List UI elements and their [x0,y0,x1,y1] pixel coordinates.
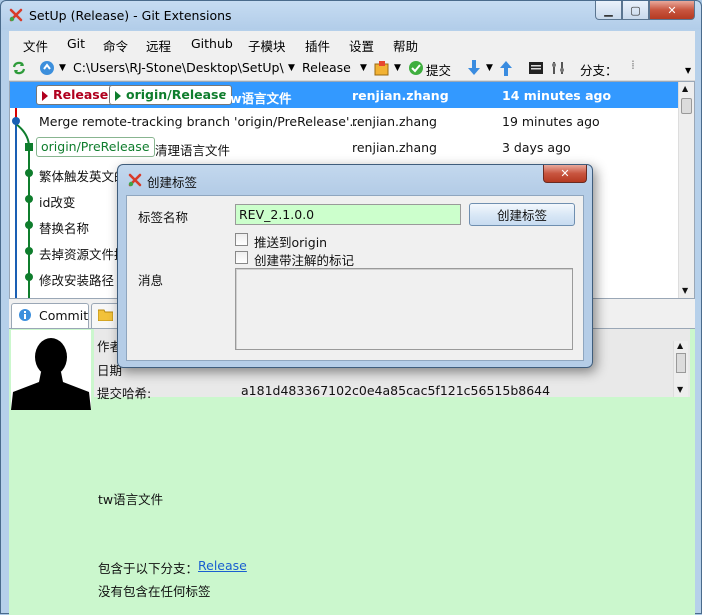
commit-hash[interactable]: a181d483367102c0e4a85cac5f121c56515b8644 [241,383,550,398]
avatar [11,330,91,410]
commit-check-icon [409,61,423,75]
scroll-up-icon[interactable]: ▲ [677,341,683,350]
commit-author: renjian.zhang [352,114,437,129]
branch-arrow-icon [115,91,121,101]
contained-branches-label: 包含于以下分支： [98,561,199,576]
chevron-down-icon[interactable]: ▼ [394,63,401,73]
menu-settings[interactable]: 设置 [349,36,374,55]
create-tag-button[interactable]: 创建标签 [469,203,575,226]
tag-name-input[interactable]: REV_2.1.0.0 [235,204,461,225]
title-bar[interactable]: SetUp (Release) - Git Extensions ▁ ▢ ✕ [1,1,701,31]
revision-row[interactable]: origin/PreRelease 清理语言文件 renjian.zhang 3… [10,134,680,160]
menu-commands[interactable]: 命令 [103,36,128,55]
commit-info-panel: 作者 日期 提交哈希: a181d483367102c0e4a85cac5f12… [9,328,695,615]
push-arrow-icon[interactable] [499,59,513,77]
folder-icon [98,309,113,321]
chevron-down-icon[interactable]: ▼ [59,63,66,73]
minimize-button[interactable]: ▁ [595,1,622,20]
commit-message: Merge remote-tracking branch 'origin/Pre… [39,114,362,129]
branch-badge[interactable]: Release [36,85,114,105]
repo-path[interactable]: C:\Users\RJ-Stone\Desktop\SetUp\ [73,60,284,75]
tag-name-label: 标签名称 [138,210,189,225]
header-scrollbar[interactable]: ▲ ▼ [673,341,688,397]
scroll-down-icon[interactable]: ▼ [677,385,683,394]
toolbar: ▼ C:\Users\RJ-Stone\Desktop\SetUp\ ▼ Rel… [9,55,695,81]
remote-branch-badge[interactable]: origin/Release [109,85,232,105]
pull-arrow-icon[interactable] [467,59,481,77]
dialog-title: 创建标签 [147,175,198,190]
remote-branch-badge[interactable]: origin/PreRelease [36,137,155,157]
toolbar-overflow-icon[interactable]: ▼ [685,66,691,75]
chevron-down-icon[interactable]: ▼ [288,63,295,73]
close-button[interactable]: ✕ [649,1,695,20]
commit-author: renjian.zhang [352,88,449,103]
branch-filter-label: 分支： [580,63,618,78]
commit-message: 繁体触发英文的 [39,169,127,184]
commit-date: 19 minutes ago [502,114,600,129]
dialog-close-button[interactable]: ✕ [543,165,587,183]
commit-message: id改变 [39,195,76,210]
scrollbar-thumb[interactable] [681,98,692,114]
menu-git[interactable]: Git [67,36,85,51]
window-title: SetUp (Release) - Git Extensions [29,8,232,23]
console-icon[interactable] [528,60,544,76]
annotated-tag-checkbox[interactable] [235,251,248,264]
git-extensions-logo-icon [128,173,142,187]
menu-remotes[interactable]: 远程 [146,36,171,55]
revision-row[interactable]: Release origin/Release tw语言文件 renjian.zh… [10,82,680,108]
git-extensions-logo-icon [9,8,23,22]
commit-message: tw语言文件 [224,91,292,106]
menu-file[interactable]: 文件 [23,36,48,55]
push-to-origin-label: 推送到origin [254,235,328,250]
commit-message: 去掉资源文件拷 [39,247,127,262]
menu-github[interactable]: Github [191,36,233,51]
push-to-origin-checkbox[interactable] [235,233,248,246]
scroll-up-icon[interactable]: ▲ [682,84,688,93]
scroll-down-icon[interactable]: ▼ [682,286,688,295]
grid-scrollbar[interactable]: ▲ ▼ [678,82,694,298]
settings-tools-icon[interactable] [550,60,566,76]
info-icon [19,309,31,321]
scrollbar-thumb[interactable] [676,353,686,373]
chevron-down-icon[interactable]: ▼ [486,63,493,73]
branch-link[interactable]: Release [198,558,247,573]
open-repo-icon[interactable] [39,60,55,76]
commit-date: 14 minutes ago [502,88,612,103]
commit-message: 清理语言文件 [155,143,231,158]
menu-plugins[interactable]: 插件 [305,36,330,55]
tab-commit[interactable]: Commit [11,303,89,328]
branch-selector[interactable]: Release [302,60,351,75]
stash-icon[interactable] [373,59,391,77]
commit-author: renjian.zhang [352,140,437,155]
dialog-body: 标签名称 REV_2.1.0.0 创建标签 推送到origin 创建带注解的标记… [126,195,584,361]
no-tags-text: 没有包含在任何标签 [98,584,211,599]
commit-body-message: tw语言文件 [98,492,164,507]
hash-label: 提交哈希: [97,386,152,401]
chevron-down-icon[interactable]: ▼ [360,63,367,73]
menu-bar: 文件 Git 命令 远程 Github 子模块 插件 设置 帮助 [9,31,695,55]
menu-help[interactable]: 帮助 [393,36,418,55]
revision-row[interactable]: Merge remote-tracking branch 'origin/Pre… [10,108,680,134]
commit-message: 替换名称 [39,221,90,236]
message-label: 消息 [138,273,164,288]
toolbar-separator: ⁞ [631,57,635,72]
refresh-icon[interactable] [11,60,27,76]
commit-button[interactable]: 提交 [426,60,451,79]
commit-date: 3 days ago [502,140,571,155]
commit-message: 修改安装路径 [39,273,115,288]
annotated-tag-label: 创建带注解的标记 [254,253,355,268]
create-tag-dialog: 创建标签 ✕ 标签名称 REV_2.1.0.0 创建标签 推送到origin 创… [117,164,593,368]
menu-submodules[interactable]: 子模块 [248,36,286,55]
maximize-button[interactable]: ▢ [622,1,649,20]
branch-arrow-icon [42,91,48,101]
tag-message-textarea[interactable] [235,268,573,350]
